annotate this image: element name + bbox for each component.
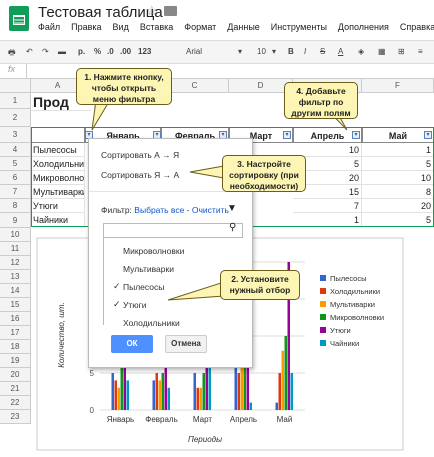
bar — [290, 373, 293, 410]
filter-option-multicookers[interactable]: Мультиварки — [123, 264, 174, 274]
callout-1: 1. Нажмите кнопку, чтобы открыть меню фи… — [76, 68, 172, 105]
search-icon[interactable]: ⚲ — [229, 222, 236, 233]
bar — [114, 380, 117, 410]
bar — [155, 373, 158, 410]
bar — [281, 350, 284, 410]
link-separator: - — [186, 205, 190, 215]
legend-swatch — [320, 314, 326, 320]
bar — [126, 380, 129, 410]
x-tick-label: Май — [277, 415, 293, 424]
clear-link[interactable]: Очистить — [192, 205, 229, 215]
bar — [167, 387, 170, 410]
x-tick-label: Март — [193, 415, 212, 424]
callout-4: 4. Добавьте фильтр по другим полям — [284, 82, 358, 119]
legend-swatch — [320, 340, 326, 346]
legend-label: Мультиварки — [330, 300, 375, 309]
legend-label: Микроволновки — [330, 313, 384, 322]
bar — [152, 380, 155, 410]
legend-label: Чайники — [330, 339, 359, 348]
bar — [199, 387, 202, 410]
legend-swatch — [320, 327, 326, 333]
ok-button[interactable]: ОК — [111, 335, 153, 353]
legend-label: Пылесосы — [330, 274, 366, 283]
legend-swatch — [320, 275, 326, 281]
y-axis-label: Количество, шт. — [57, 302, 66, 367]
filter-label: Фильтр: — [101, 205, 132, 215]
callout-2: 2. Установите нужный отбор — [220, 270, 300, 300]
bar — [161, 373, 164, 410]
y-tick-label: 0 — [90, 406, 95, 415]
options-list-border — [103, 237, 104, 325]
legend-swatch — [320, 301, 326, 307]
x-tick-label: Февраль — [145, 415, 178, 424]
bar — [237, 373, 240, 410]
bar — [196, 387, 199, 410]
bar — [275, 402, 278, 410]
checkmark-icon[interactable]: ✓ — [113, 299, 121, 310]
filter-line: Фильтр: Выбрать все - Очистить — [101, 205, 229, 215]
bar — [111, 373, 114, 410]
legend-label: Холодильники — [330, 287, 380, 296]
filter-funnel-icon: ▼ — [227, 203, 237, 214]
sort-az-item[interactable]: Сортировать А → Я — [101, 150, 179, 160]
bar — [278, 373, 281, 410]
x-tick-label: Январь — [107, 415, 134, 424]
y-tick-label: 5 — [90, 369, 95, 378]
cancel-button[interactable]: Отмена — [165, 335, 207, 353]
legend-swatch — [320, 288, 326, 294]
filter-option-refrigerators[interactable]: Холодильники — [123, 318, 180, 328]
bar — [202, 373, 205, 410]
filter-search-input[interactable] — [103, 223, 243, 238]
callout-3: 3. Настройте сортировку (при необходимос… — [222, 155, 306, 192]
x-tick-label: Апрель — [230, 415, 257, 424]
filter-option-irons[interactable]: Утюги — [123, 300, 147, 310]
bar — [120, 365, 123, 410]
filter-option-microwaves[interactable]: Микроволновки — [123, 246, 184, 256]
x-axis-label: Периоды — [188, 435, 222, 444]
bar — [284, 336, 287, 410]
select-all-link[interactable]: Выбрать все — [134, 205, 184, 215]
bar — [193, 373, 196, 410]
bar — [117, 387, 120, 410]
bar — [158, 380, 161, 410]
bar — [249, 402, 252, 410]
legend-label: Утюги — [330, 326, 351, 335]
filter-option-vacuum-cleaners[interactable]: Пылесосы — [123, 282, 164, 292]
checkmark-icon[interactable]: ✓ — [113, 281, 121, 292]
sort-za-item[interactable]: Сортировать Я → А — [101, 170, 179, 180]
